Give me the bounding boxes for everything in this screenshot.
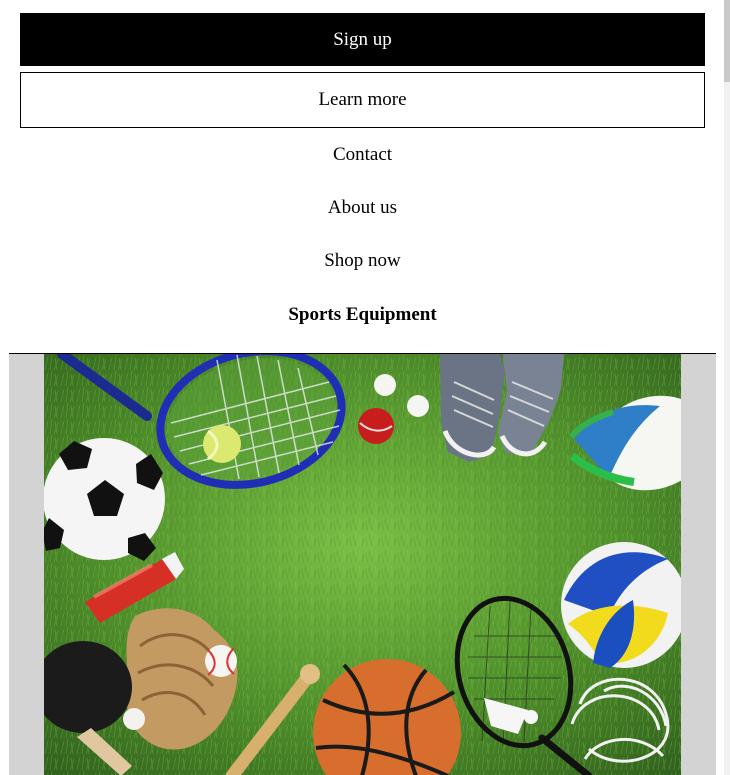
- soccer-ball-icon: [44, 438, 165, 561]
- baseball-icon: [205, 645, 237, 677]
- learn-more-button[interactable]: Learn more: [20, 72, 705, 128]
- learn-more-label: Learn more: [318, 89, 407, 110]
- about-us-label: About us: [327, 196, 398, 218]
- shop-now-label: Shop now: [324, 249, 401, 271]
- tennis-ball-icon: [203, 425, 241, 463]
- contact-label: Contact: [332, 143, 393, 165]
- shop-now-link[interactable]: Shop now: [20, 234, 705, 287]
- page: Sign up Learn more Contact About us Shop…: [0, 0, 730, 775]
- sign-up-button[interactable]: Sign up: [20, 13, 705, 66]
- about-us-link[interactable]: About us: [20, 181, 705, 234]
- cricket-ball-icon: [358, 408, 394, 444]
- sign-up-label: Sign up: [333, 28, 392, 50]
- mobile-menu: Sign up Learn more Contact About us Shop…: [20, 13, 705, 287]
- scrollbar-thumb[interactable]: [724, 0, 730, 82]
- sports-equipment-illustration: [44, 354, 681, 775]
- contact-link[interactable]: Contact: [20, 128, 705, 181]
- section-title: Sports Equipment: [288, 304, 437, 325]
- sports-equipment-image: [44, 354, 681, 775]
- vertical-scrollbar[interactable]: [724, 0, 730, 775]
- hero-image-frame: [9, 353, 716, 775]
